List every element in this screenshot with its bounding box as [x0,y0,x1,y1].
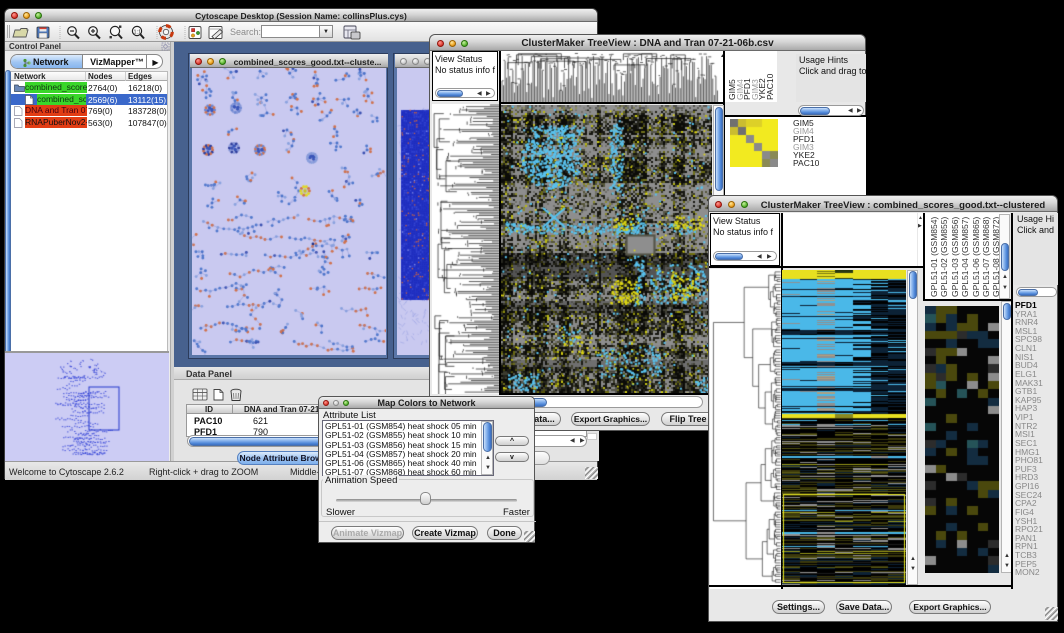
svg-text:1:1: 1:1 [134,30,142,36]
